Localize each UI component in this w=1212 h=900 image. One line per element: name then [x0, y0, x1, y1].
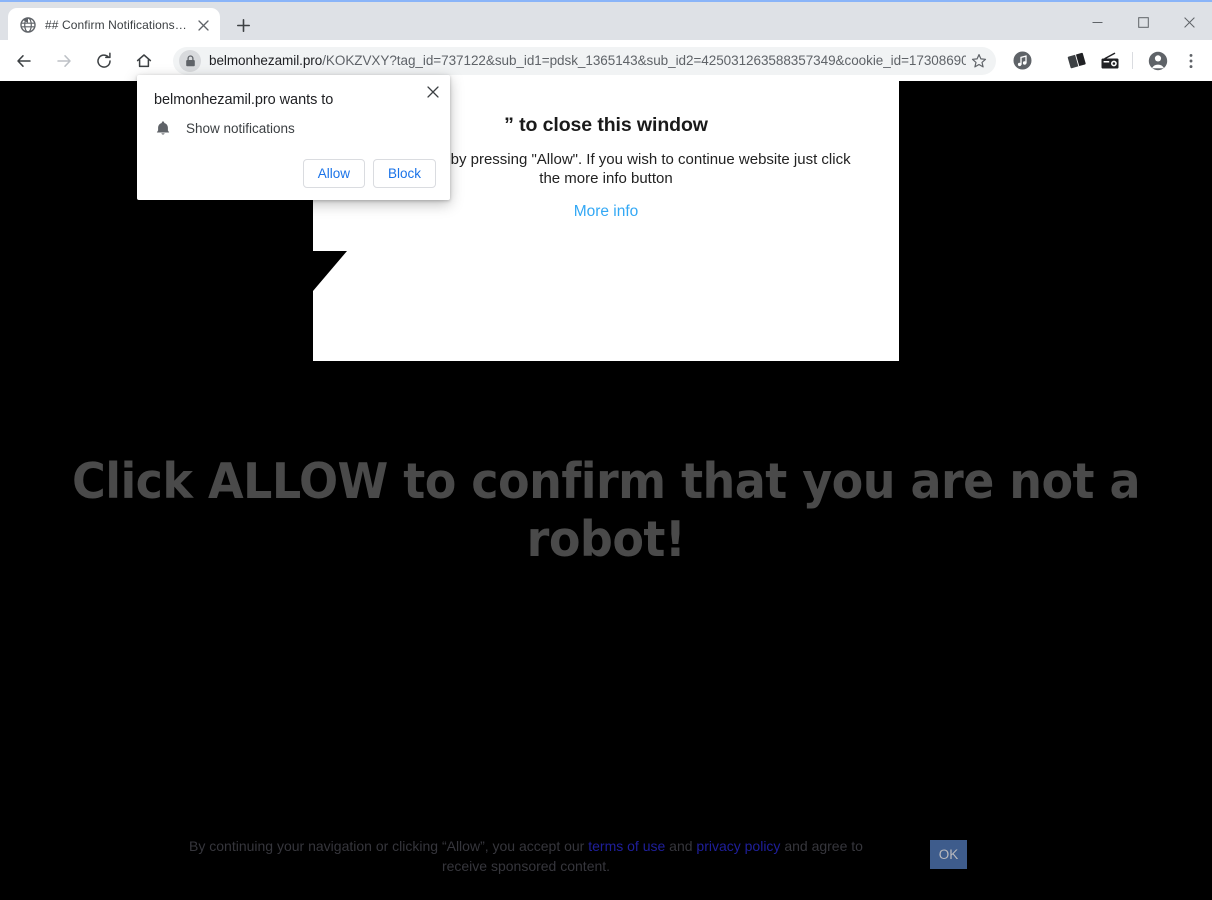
forward-icon	[49, 46, 79, 76]
lock-icon[interactable]	[179, 50, 201, 72]
extensions-icon[interactable]	[1062, 46, 1092, 76]
minimize-icon[interactable]	[1074, 4, 1120, 40]
maximize-icon[interactable]	[1120, 4, 1166, 40]
more-info-link[interactable]: More info	[313, 203, 899, 221]
consent-text: By continuing your navigation or clickin…	[170, 836, 882, 876]
reload-icon[interactable]	[89, 46, 119, 76]
permission-actions: Allow Block	[303, 159, 436, 188]
omnibox[interactable]: belmonhezamil.pro/KOKZVXY?tag_id=737122&…	[173, 47, 996, 75]
browser-tab[interactable]: ## Confirm Notifications ##	[8, 8, 220, 42]
consent-text-before: By continuing your navigation or clickin…	[189, 838, 588, 854]
consent-ok-button[interactable]: OK	[930, 840, 967, 869]
url-host: belmonhezamil.pro	[209, 53, 322, 68]
back-icon[interactable]	[9, 46, 39, 76]
close-icon[interactable]	[422, 81, 444, 103]
tab-title: ## Confirm Notifications ##	[45, 18, 190, 32]
close-icon[interactable]	[194, 16, 212, 34]
music-note-icon[interactable]	[1007, 46, 1037, 76]
close-window-icon[interactable]	[1166, 4, 1212, 40]
bookmark-star-icon[interactable]	[966, 48, 992, 74]
page-viewport: ” to close this window an be closed by p…	[0, 81, 1212, 900]
url-path: /KOKZVXY?tag_id=737122&sub_id1=pdsk_1365…	[322, 53, 966, 68]
privacy-policy-link[interactable]: privacy policy	[696, 838, 780, 854]
home-icon[interactable]	[129, 46, 159, 76]
permission-request-label: Show notifications	[186, 121, 295, 136]
block-button[interactable]: Block	[373, 159, 436, 188]
radio-icon[interactable]	[1095, 46, 1125, 76]
globe-icon	[20, 17, 36, 33]
browser-titlebar: ## Confirm Notifications ##	[0, 0, 1212, 40]
page-hero-text: Click ALLOW to confirm that you are not …	[36, 453, 1175, 569]
toolbar-divider	[1132, 52, 1133, 69]
permission-origin-text: belmonhezamil.pro wants to	[154, 92, 333, 108]
browser-window: ## Confirm Notifications ##	[0, 0, 1212, 900]
consent-bar: By continuing your navigation or clickin…	[0, 824, 1212, 900]
modal-corner-wedge	[313, 251, 347, 291]
tabstrip: ## Confirm Notifications ##	[0, 4, 257, 42]
consent-text-between: and	[665, 838, 696, 854]
permission-request-row: Show notifications	[154, 119, 295, 137]
url-text[interactable]: belmonhezamil.pro/KOKZVXY?tag_id=737122&…	[209, 53, 966, 68]
bell-icon	[154, 119, 172, 137]
profile-avatar-icon[interactable]	[1143, 46, 1173, 76]
new-tab-button[interactable]	[229, 11, 257, 39]
window-controls	[1074, 4, 1212, 40]
chrome-menu-icon[interactable]	[1176, 46, 1206, 76]
notification-permission-bubble: belmonhezamil.pro wants to Show notifica…	[137, 75, 450, 200]
terms-of-use-link[interactable]: terms of use	[588, 838, 665, 854]
allow-button[interactable]: Allow	[303, 159, 365, 188]
